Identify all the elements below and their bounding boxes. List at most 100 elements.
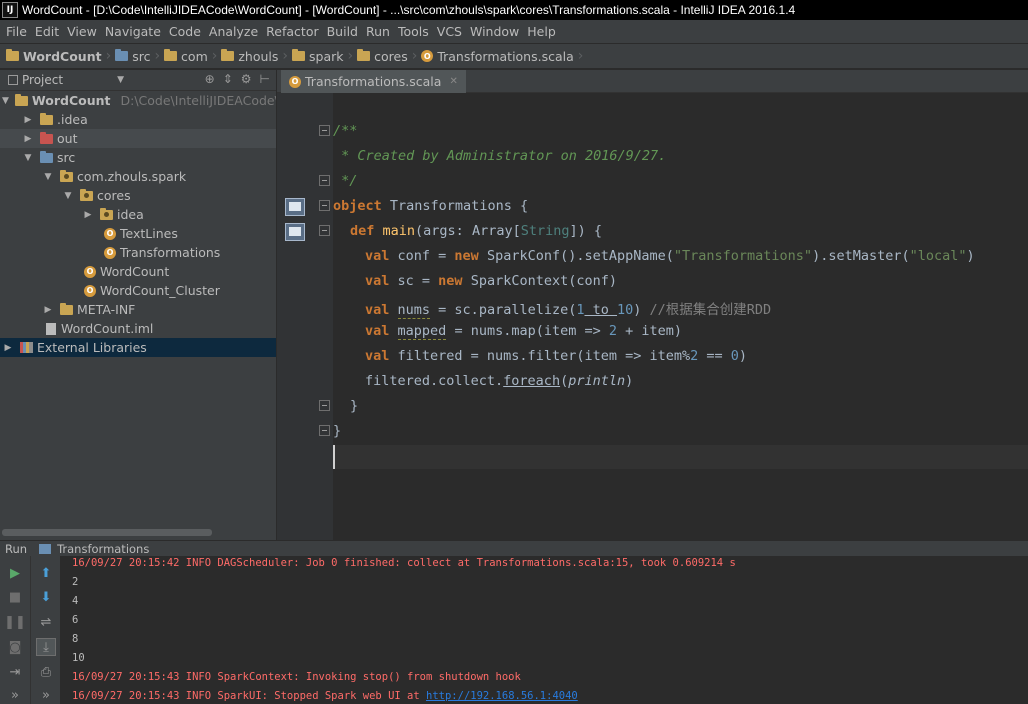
menu-vcs[interactable]: VCS [433, 24, 466, 39]
menu-bar: File Edit View Navigate Code Analyze Ref… [0, 20, 1028, 43]
menu-build[interactable]: Build [323, 24, 362, 39]
crumb-zhouls[interactable]: zhouls › [221, 48, 292, 64]
hide-panel-icon[interactable]: ⊢ [260, 72, 270, 86]
crumb-wordcount[interactable]: WordCount › [6, 48, 115, 64]
menu-view[interactable]: View [63, 24, 101, 39]
chevron-down-icon[interactable]: ▼ [22, 153, 34, 163]
camera-icon[interactable]: ◙ [5, 638, 25, 656]
collapse-all-icon[interactable]: ⇕ [223, 72, 233, 86]
crumb-com[interactable]: com › [164, 48, 221, 64]
menu-file[interactable]: File [2, 24, 31, 39]
spark-ui-link[interactable]: http://192.168.56.1:4040 [426, 690, 578, 702]
code-line-4: object Transformations { [333, 198, 529, 214]
tree-item-cores[interactable]: ▼ cores [0, 186, 276, 205]
chevron-right-icon[interactable]: ▶ [22, 115, 34, 125]
crumb-transformations-scala[interactable]: O Transformations.scala › [421, 48, 587, 64]
title-bar: IJ WordCount - [D:\Code\IntelliJIDEACode… [0, 0, 1028, 20]
tree-item-wordcount-object[interactable]: O WordCount [0, 262, 276, 281]
soft-wrap-icon[interactable]: ⇌ [36, 613, 56, 631]
code-line-10: val filtered = nums.filter(item => item%… [365, 348, 748, 364]
console-line: 10 [72, 652, 85, 664]
arrow-down-icon[interactable]: ⬇ [36, 588, 56, 606]
menu-code[interactable]: Code [165, 24, 205, 39]
chevron-down-icon[interactable]: ▼ [62, 191, 74, 201]
menu-help[interactable]: Help [523, 24, 560, 39]
chevron-down-icon[interactable]: ▼ [42, 172, 54, 182]
menu-refactor[interactable]: Refactor [262, 24, 322, 39]
code-line-11: filtered.collect.foreach(println) [365, 373, 634, 389]
code-area[interactable]: /** * Created by Administrator on 2016/9… [277, 93, 1028, 540]
more-icon[interactable]: » [36, 686, 56, 704]
tree-item-wordcount-iml[interactable]: WordCount.iml [0, 319, 276, 338]
console-line: 6 [72, 614, 79, 626]
chevron-down-icon[interactable]: ▼ [2, 96, 9, 106]
fold-icon[interactable] [319, 400, 330, 411]
arrow-up-icon[interactable]: ⬆ [36, 564, 56, 582]
rerun-icon[interactable]: ▶ [5, 564, 25, 582]
code-line-1: /** [333, 123, 358, 139]
tree-item-com-zhouls-spark[interactable]: ▼ com.zhouls.spark [0, 167, 276, 186]
chevron-right-icon[interactable]: ▶ [42, 305, 54, 315]
scala-object-icon: O [289, 75, 301, 88]
current-line-highlight [333, 445, 1028, 469]
fold-icon[interactable] [319, 200, 330, 211]
menu-navigate[interactable]: Navigate [101, 24, 165, 39]
tree-item-out[interactable]: ▶ out [0, 129, 276, 148]
menu-tools[interactable]: Tools [394, 24, 433, 39]
chevron-right-icon[interactable]: ▶ [82, 210, 94, 220]
stop-icon[interactable]: ■ [5, 588, 25, 606]
code-line-3: */ [333, 173, 358, 189]
tab-transformations-scala[interactable]: O Transformations.scala ✕ [281, 70, 466, 93]
more-icon[interactable]: » [5, 686, 25, 704]
run-panel-header: Run Transformations [0, 540, 1028, 556]
crumb-spark[interactable]: spark › [292, 48, 357, 64]
console-output[interactable]: 16/09/27 20:15:42 INFO DAGScheduler: Job… [60, 556, 1028, 704]
print-icon[interactable]: ⎙ [36, 663, 56, 681]
tree-item-textlines[interactable]: O TextLines [0, 224, 276, 243]
project-tree-scrollbar[interactable] [0, 526, 276, 540]
library-icon [20, 342, 33, 353]
run-object-icon[interactable] [285, 198, 305, 216]
fold-icon[interactable] [319, 175, 330, 186]
tree-item-transformations[interactable]: O Transformations [0, 243, 276, 262]
close-icon[interactable]: ✕ [449, 76, 457, 87]
menu-window[interactable]: Window [466, 24, 523, 39]
sync-icon[interactable]: ⊕ [205, 72, 215, 86]
tree-item-src[interactable]: ▼ src [0, 148, 276, 167]
console-line: 2 [72, 576, 79, 588]
folder-icon [221, 49, 235, 61]
scala-object-icon: O [84, 265, 96, 278]
exit-icon[interactable]: ⇥ [5, 663, 25, 681]
fold-icon[interactable] [319, 225, 330, 236]
run-tab-transformations[interactable]: Transformations [39, 542, 149, 556]
pause-icon[interactable]: ❚❚ [4, 613, 26, 631]
menu-analyze[interactable]: Analyze [205, 24, 262, 39]
menu-edit[interactable]: Edit [31, 24, 63, 39]
fold-icon[interactable] [319, 125, 330, 136]
scroll-to-end-icon[interactable]: ⤓ [36, 638, 56, 656]
project-view-icon [8, 75, 18, 85]
code-line-5: def main(args: Array[String]) { [350, 223, 603, 239]
chevron-right-icon[interactable]: ▶ [22, 134, 34, 144]
crumb-cores[interactable]: cores › [357, 48, 421, 64]
tree-item-idea[interactable]: ▶ .idea [0, 110, 276, 129]
tree-item-meta-inf[interactable]: ▶ META-INF [0, 300, 276, 319]
scrollbar-thumb[interactable] [2, 529, 212, 536]
chevron-right-icon[interactable]: ▶ [2, 343, 14, 353]
gear-icon[interactable]: ⚙ [241, 72, 252, 86]
tree-item-wordcount[interactable]: ▼ WordCount D:\Code\IntelliJIDEACode\Wor… [0, 91, 276, 110]
fold-icon[interactable] [319, 425, 330, 436]
package-icon [80, 188, 93, 201]
menu-run[interactable]: Run [362, 24, 394, 39]
tree-item-idea-package[interactable]: ▶ idea [0, 205, 276, 224]
chevron-right-icon: › [211, 48, 218, 64]
crumb-src[interactable]: src › [115, 48, 164, 64]
project-view-selector[interactable]: Project [22, 73, 63, 87]
code-editor[interactable]: /** * Created by Administrator on 2016/9… [277, 93, 1028, 540]
run-main-icon[interactable] [285, 223, 305, 241]
folder-icon [164, 49, 178, 61]
chevron-down-icon[interactable]: ▼ [117, 75, 124, 85]
tree-item-external-libraries[interactable]: ▶ External Libraries [0, 338, 276, 357]
tree-item-wordcount-cluster[interactable]: O WordCount_Cluster [0, 281, 276, 300]
package-icon [60, 169, 73, 182]
